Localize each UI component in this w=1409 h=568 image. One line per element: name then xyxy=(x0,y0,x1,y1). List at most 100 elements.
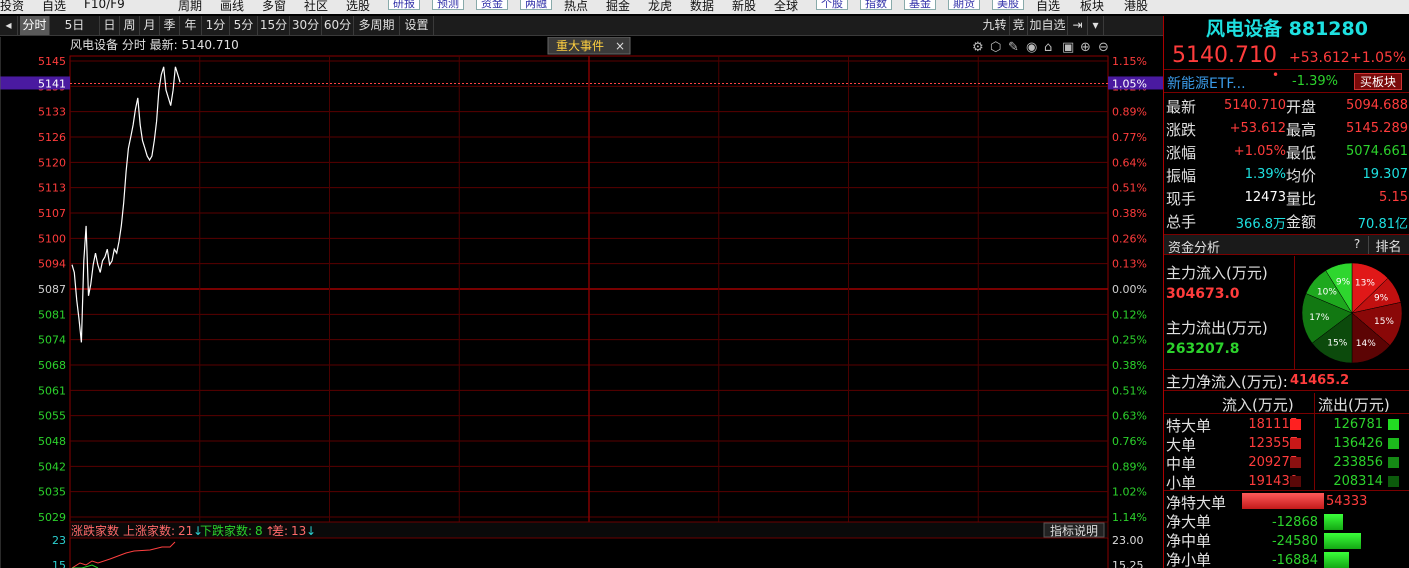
order-inflow-value: 191430 xyxy=(1248,474,1298,489)
period-tab-6[interactable]: 年 xyxy=(180,16,202,35)
period-tab-12[interactable]: 多周期 xyxy=(354,16,400,35)
top-menu-item[interactable]: 社区 xyxy=(304,0,328,14)
period-tab-8[interactable]: 5分 xyxy=(230,16,258,35)
edit-icon[interactable]: ✎ xyxy=(1008,40,1019,55)
top-menu-item[interactable]: 龙虎 xyxy=(648,0,672,14)
period-tab-2[interactable]: 日 xyxy=(100,16,120,35)
top-menu-item[interactable]: 投资 xyxy=(0,0,24,14)
quote-value: 5140.710 xyxy=(1223,98,1286,113)
pie-slice-label: 15% xyxy=(1327,339,1347,349)
period-toolbar: ◂ 分时 5日日周月季年 1分 5分 15分 30分 60分 多周期 设置 九转竞加自选 ⇥ ▾ xyxy=(0,16,1163,36)
quote-value: 19.307 xyxy=(1362,167,1409,182)
top-menu-item[interactable]: 选股 xyxy=(346,0,370,14)
main-outflow-value: 263207.8 xyxy=(1166,341,1240,357)
top-menu-item[interactable]: 预测 xyxy=(432,0,464,10)
period-tab-3[interactable]: 周 xyxy=(120,16,140,35)
toolbar-right-item-2[interactable]: 加自选 xyxy=(1028,16,1068,35)
major-events-label[interactable]: 重大事件 xyxy=(556,39,604,53)
top-menu-item[interactable]: 美股 xyxy=(992,0,1024,10)
top-menu-item[interactable]: 数据 xyxy=(690,0,714,14)
top-menu-item[interactable]: 自选 xyxy=(42,0,66,14)
top-menu-item[interactable]: 热点 xyxy=(564,0,588,14)
quote-label: 最低 xyxy=(1286,144,1317,162)
cube-icon[interactable]: ⬡ xyxy=(990,40,1001,55)
divider xyxy=(1164,490,1409,491)
pie-slice-label: 9% xyxy=(1336,277,1351,287)
top-menu-item[interactable]: 周期 xyxy=(178,0,202,14)
settings-icon[interactable]: ⚙ xyxy=(972,40,984,55)
percent-axis-label: 0.64% xyxy=(1112,156,1147,169)
zoom-in-icon[interactable]: ⊕ xyxy=(1080,40,1091,55)
percent-axis-label: 0.63% xyxy=(1112,410,1147,423)
net-order-bar xyxy=(1324,552,1349,568)
top-menu-item[interactable]: 基金 xyxy=(904,0,936,10)
period-tab-1[interactable]: 5日 xyxy=(50,16,100,35)
main-inflow-label: 主力流入(万元) xyxy=(1166,264,1268,282)
rank-button[interactable]: 排名 xyxy=(1368,236,1408,255)
top-menu-item[interactable]: 研报 xyxy=(388,0,420,10)
price-axis-label: 5100 xyxy=(38,232,66,245)
intraday-chart-svg[interactable]: 51451.15%51391.02%51330.89%51260.77%5120… xyxy=(0,36,1163,568)
etf-row[interactable]: 新能源ETF... • -1.39% 买板块 xyxy=(1164,68,1409,93)
period-tab-11[interactable]: 60分 xyxy=(322,16,354,35)
net-inflow-value: 41465.2 xyxy=(1290,373,1350,388)
quote-label: 金额 xyxy=(1286,213,1317,231)
quote-row: 总手 366.8万 金额 70.81亿 xyxy=(1166,211,1409,234)
top-menu-item[interactable]: 资金 xyxy=(476,0,508,10)
order-size-row: 特大单 181115 126781 xyxy=(1166,415,1409,435)
quote-label: 总手 xyxy=(1166,213,1197,231)
intraday-chart-area[interactable]: 51451.15%51391.02%51330.89%51260.77%5120… xyxy=(0,36,1163,568)
period-tab-4[interactable]: 月 xyxy=(140,16,160,35)
percent-axis-label: 1.02% xyxy=(1112,486,1147,499)
top-menu-item[interactable]: F10/F9 xyxy=(84,0,125,11)
buy-sector-button[interactable]: 买板块 xyxy=(1354,73,1402,90)
close-icon[interactable]: × xyxy=(615,39,625,53)
top-menu-item[interactable]: 两融 xyxy=(520,0,552,10)
outflow-color-swatch xyxy=(1388,457,1399,468)
pie-slice-label: 10% xyxy=(1317,288,1337,298)
period-tab-13[interactable]: 设置 xyxy=(400,16,434,35)
period-tab-9[interactable]: 15分 xyxy=(258,16,290,35)
lock-icon[interactable]: ⌂ xyxy=(1044,40,1052,55)
nav-left-arrow-icon[interactable]: ◂ xyxy=(0,16,18,35)
quote-value: 5074.661 xyxy=(1345,144,1408,159)
quote-value: 5094.688 xyxy=(1345,98,1408,113)
top-menu-item[interactable]: 板块 xyxy=(1080,0,1104,14)
indicator-help-label[interactable]: 指标说明 xyxy=(1050,523,1098,538)
more-menu-icon[interactable]: ▾ xyxy=(1088,16,1104,35)
inflow-color-swatch xyxy=(1290,457,1301,468)
top-menu-item[interactable]: 掘金 xyxy=(606,0,630,14)
period-tab-7[interactable]: 1分 xyxy=(202,16,230,35)
period-tab-0[interactable]: 分时 xyxy=(20,16,50,35)
percent-axis-label: 1.14% xyxy=(1112,511,1147,524)
price-axis-label: 5055 xyxy=(38,410,66,423)
price-axis-label: 5048 xyxy=(38,435,66,448)
top-menu-item[interactable]: 画线 xyxy=(220,0,244,14)
net-order-table: 净特大单 54333 净大单 -12868 净中单 -24580 净小单 -16884 xyxy=(1164,492,1409,568)
period-tab-5[interactable]: 季 xyxy=(160,16,180,35)
help-icon[interactable]: ? xyxy=(1350,237,1364,251)
top-menu-item[interactable]: 自选 xyxy=(1036,0,1060,14)
order-size-row: 小单 191430 208314 xyxy=(1166,472,1409,492)
order-size-name: 特大单 xyxy=(1166,417,1212,435)
toolbar-right-item-1[interactable]: 竞 xyxy=(1010,16,1028,35)
top-menu-item[interactable]: 全球 xyxy=(774,0,798,14)
top-menu-item[interactable]: 多窗 xyxy=(262,0,286,14)
top-menu-item[interactable]: 港股 xyxy=(1124,0,1148,14)
price-axis-label: 5145 xyxy=(38,55,66,68)
collapse-panel-icon[interactable]: ⇥ xyxy=(1068,16,1088,35)
zoom-out-icon[interactable]: ⊖ xyxy=(1098,40,1109,55)
top-menu-item[interactable]: 指数 xyxy=(860,0,892,10)
top-menu-item[interactable]: 新股 xyxy=(732,0,756,14)
eye-icon[interactable]: ◉ xyxy=(1026,40,1037,55)
quote-side-panel: 风电设备 881280 5140.710 +53.612 +1.05% 新能源E… xyxy=(1163,16,1409,568)
toolbar-right-item-0[interactable]: 九转 xyxy=(980,16,1010,35)
camera-icon[interactable]: ▣ xyxy=(1062,40,1074,55)
top-menu-item[interactable]: 个股 xyxy=(816,0,848,10)
breadth-axis-label-right: 15.25 xyxy=(1112,559,1144,568)
etf-name[interactable]: 新能源ETF... xyxy=(1167,73,1246,93)
top-menu-item[interactable]: 期货 xyxy=(948,0,980,10)
period-tab-10[interactable]: 30分 xyxy=(290,16,322,35)
quote-row: 最新 5140.710 开盘 5094.688 xyxy=(1166,96,1409,119)
down-count-value: 8 xyxy=(255,524,263,538)
